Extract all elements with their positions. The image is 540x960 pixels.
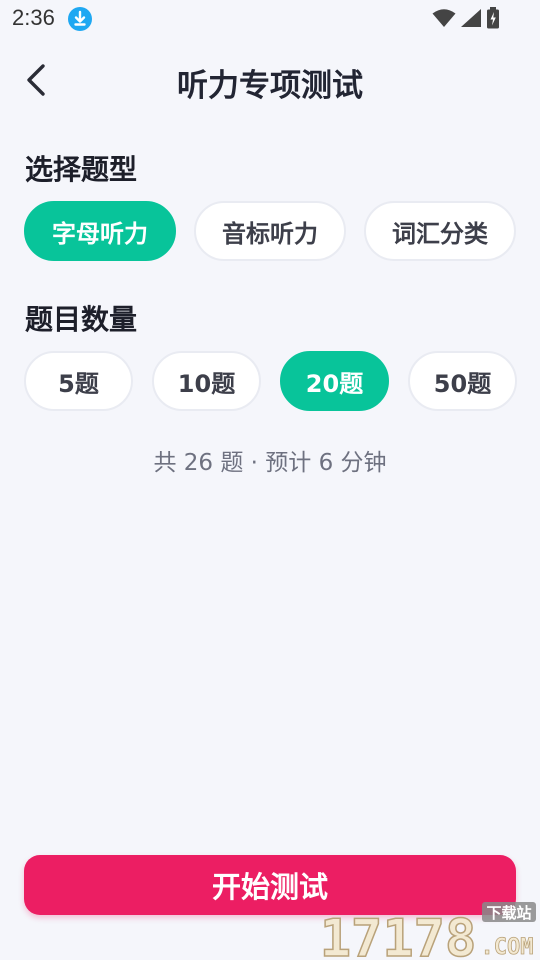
count-option-5[interactable]: 5题 <box>24 351 133 411</box>
status-bar: 2:36 <box>0 0 540 38</box>
count-option-10[interactable]: 10题 <box>152 351 261 411</box>
cellular-signal-icon <box>461 9 481 27</box>
title-bar: 听力专项测试 <box>0 50 540 110</box>
question-count-title: 题目数量 <box>25 303 138 336</box>
wifi-icon <box>432 9 456 27</box>
page-title: 听力专项测试 <box>177 68 363 104</box>
type-option-letter-listening[interactable]: 字母听力 <box>24 201 176 261</box>
download-icon <box>68 7 92 31</box>
status-time: 2:36 <box>12 5 55 30</box>
watermark-suffix-text: .COM <box>481 935 534 960</box>
watermark-logo: 17178 下载站 .COM <box>319 902 536 960</box>
status-icons <box>432 7 500 29</box>
count-option-50[interactable]: 50题 <box>408 351 517 411</box>
watermark-tag-text: 下载站 <box>486 904 531 922</box>
watermark-main-text: 17178 <box>320 909 477 960</box>
question-type-options: 字母听力 音标听力 词汇分类 <box>24 201 516 261</box>
question-type-title: 选择题型 <box>25 153 138 186</box>
battery-charging-icon <box>487 7 499 29</box>
type-option-vocabulary-category[interactable]: 词汇分类 <box>364 201 516 261</box>
count-option-20[interactable]: 20题 <box>280 351 389 411</box>
test-summary: 共 26 题 · 预计 6 分钟 <box>153 450 387 476</box>
type-option-phonetic-listening[interactable]: 音标听力 <box>194 201 346 261</box>
question-count-options: 5题 10题 20题 50题 <box>24 351 517 411</box>
